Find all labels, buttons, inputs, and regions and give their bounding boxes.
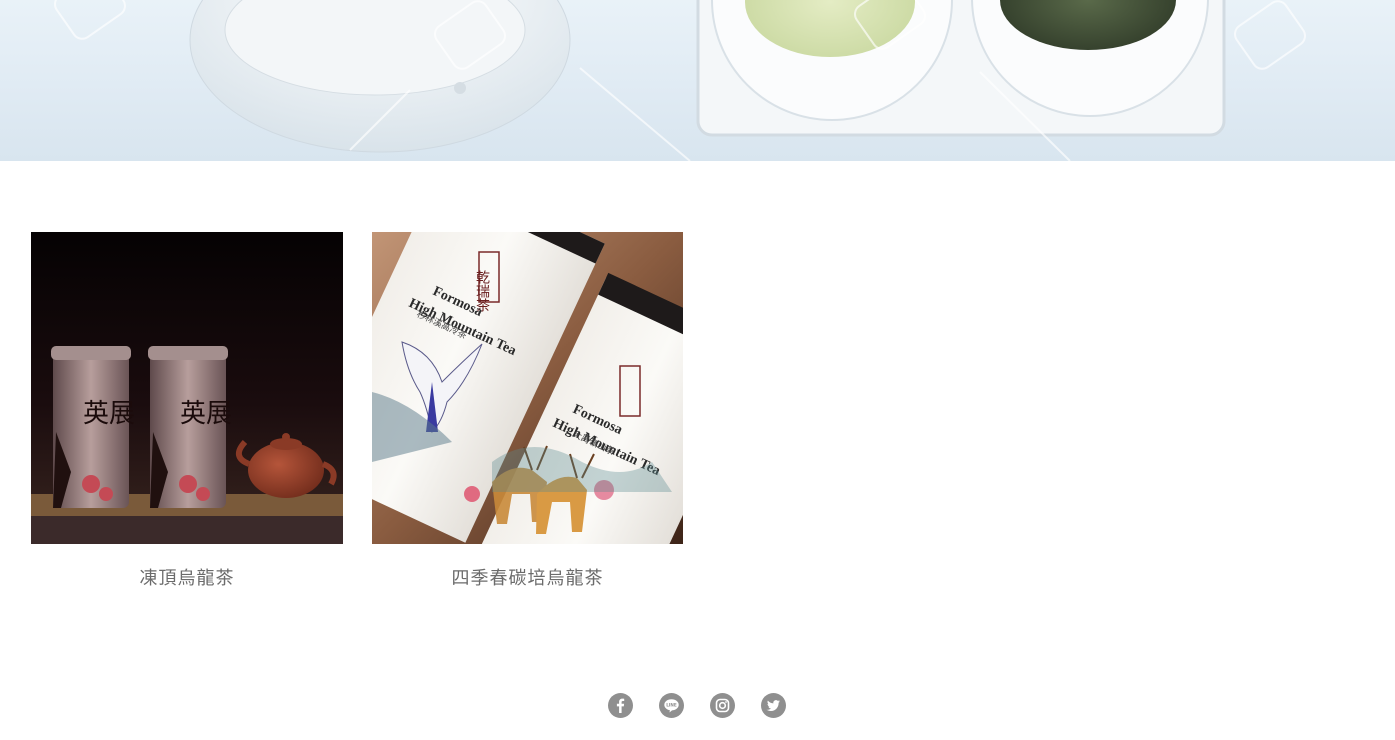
- svg-text:LINE: LINE: [666, 703, 677, 708]
- tin-text: 英展: [83, 399, 135, 429]
- product-image[interactable]: 乾瑞茶 Formosa High Mountain Tea 杉林溪高冷茶 For…: [372, 232, 683, 544]
- twitter-icon[interactable]: [761, 693, 786, 718]
- formosa-tins-photo: 乾瑞茶 Formosa High Mountain Tea 杉林溪高冷茶 For…: [372, 232, 683, 544]
- product-card[interactable]: 英展 英展 凍頂烏龍茶: [31, 232, 343, 590]
- page: 英展 英展 凍頂烏龍茶 乾瑞茶 Formosa High Mountain Te…: [0, 0, 1395, 740]
- tea-tins-photo: 英展 英展: [31, 232, 343, 544]
- hero-banner: [0, 0, 1395, 161]
- banner-photo: [54, 0, 1306, 161]
- tin-text: 英展: [180, 399, 232, 429]
- social-links: LINE: [608, 693, 786, 718]
- instagram-icon[interactable]: [710, 693, 735, 718]
- facebook-icon[interactable]: [608, 693, 633, 718]
- line-icon[interactable]: LINE: [659, 693, 684, 718]
- product-card[interactable]: 乾瑞茶 Formosa High Mountain Tea 杉林溪高冷茶 For…: [372, 232, 683, 590]
- product-name[interactable]: 凍頂烏龍茶: [31, 564, 343, 590]
- product-image[interactable]: 英展 英展: [31, 232, 343, 544]
- product-name[interactable]: 四季春碳培烏龍茶: [372, 564, 683, 590]
